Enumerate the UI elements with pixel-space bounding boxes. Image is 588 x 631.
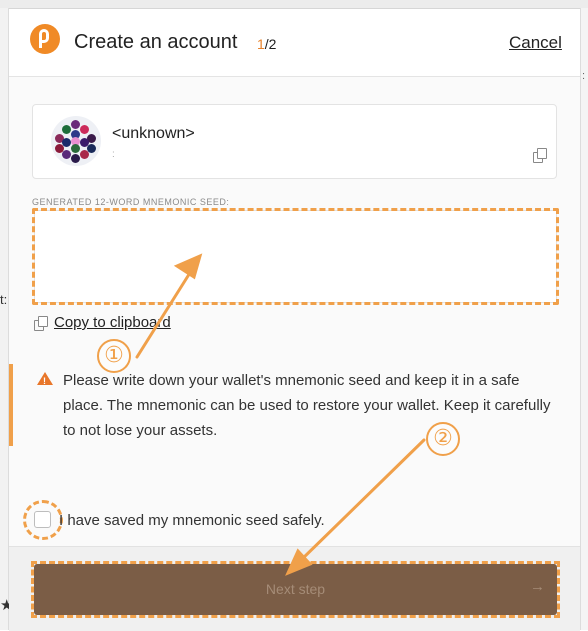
seed-label: GENERATED 12-WORD MNEMONIC SEED: bbox=[32, 197, 230, 207]
saved-seed-label[interactable]: I have saved my mnemonic seed safely. bbox=[59, 512, 325, 529]
page-title: Create an account bbox=[74, 31, 238, 53]
cancel-link[interactable]: Cancel bbox=[509, 33, 562, 53]
account-name: <unknown> bbox=[112, 125, 195, 142]
annotation-badge-1: ① bbox=[97, 339, 131, 373]
next-step-button[interactable]: Next step → bbox=[31, 561, 560, 618]
account-address: : bbox=[112, 149, 115, 160]
annotation-badge-2: ② bbox=[426, 422, 460, 456]
create-account-popup: Create an account 1/2 Cancel <unknown> : bbox=[9, 9, 580, 631]
browser-edge-top bbox=[0, 0, 588, 9]
next-step-label: Next step bbox=[265, 581, 326, 597]
account-card: <unknown> : bbox=[32, 104, 557, 179]
step-total: /2 bbox=[264, 36, 277, 52]
warning-accent-bar bbox=[9, 364, 13, 446]
warning-message: ! Please write down your wallet's mnemon… bbox=[9, 364, 580, 449]
checkbox-highlight-annotation bbox=[23, 500, 63, 540]
identicon-avatar bbox=[51, 116, 101, 166]
background-colon: t: bbox=[0, 292, 8, 307]
copy-address-icon[interactable] bbox=[533, 148, 547, 163]
arrow-right-icon: → bbox=[530, 578, 545, 595]
step-current: 1 bbox=[257, 36, 265, 52]
copy-to-clipboard-label: Copy to clipboard bbox=[54, 314, 171, 331]
header: Create an account 1/2 Cancel bbox=[9, 9, 580, 77]
background-page-right: : bbox=[580, 8, 588, 630]
polkadot-logo-icon bbox=[30, 24, 60, 54]
background-colon-right: : bbox=[582, 70, 586, 82]
footer: Next step → bbox=[9, 546, 580, 631]
step-indicator: 1/2 bbox=[257, 36, 276, 52]
clipboard-icon bbox=[34, 316, 48, 331]
seed-highlight-annotation bbox=[32, 208, 559, 305]
warning-text: Please write down your wallet's mnemonic… bbox=[63, 372, 551, 439]
background-page-left: t: ★ bbox=[0, 8, 13, 630]
